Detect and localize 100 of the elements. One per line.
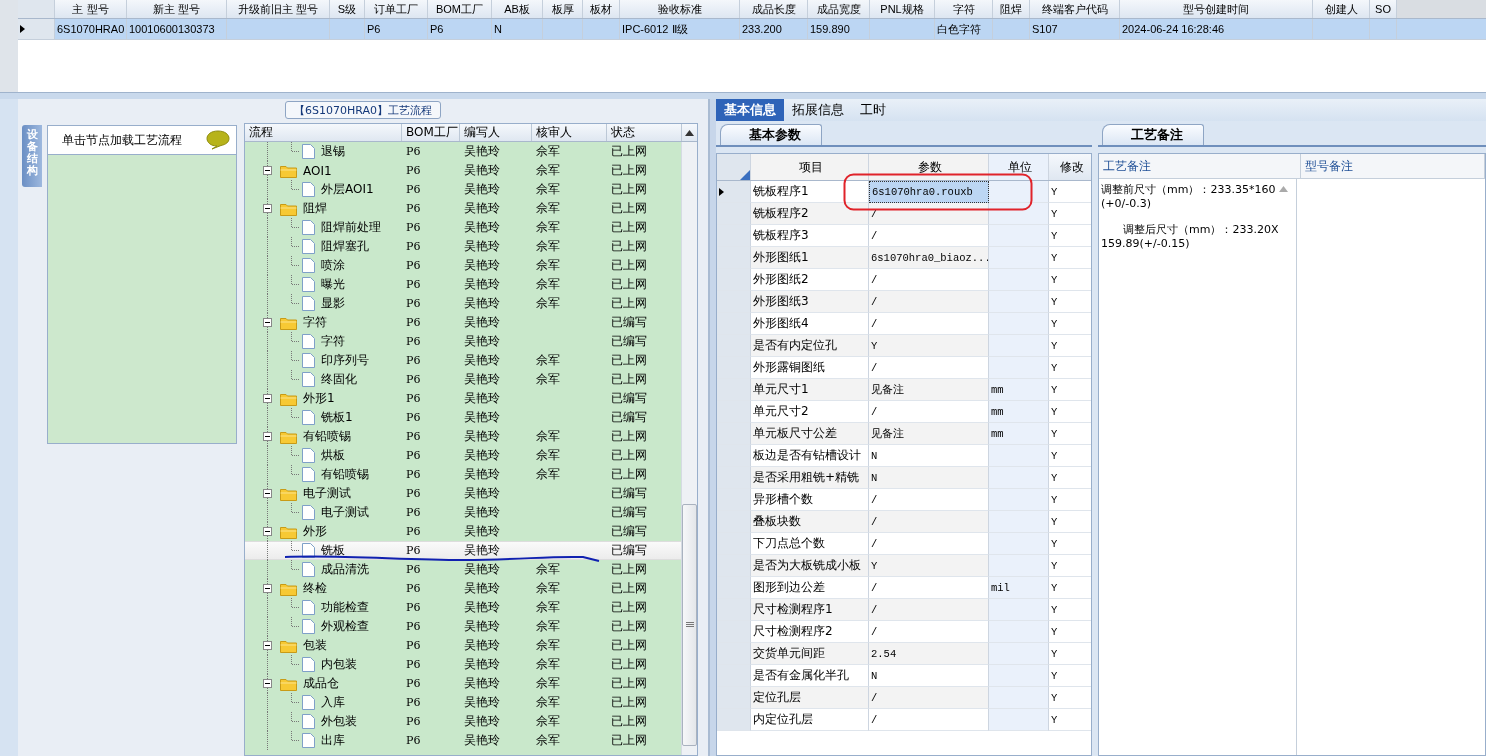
tree-row[interactable]: 外层AOI1 P6 吴艳玲 佘军 已上网 — [245, 180, 681, 199]
column-header[interactable]: PNL规格 — [870, 0, 935, 18]
collapse-icon[interactable] — [263, 489, 272, 498]
table-cell: Y — [1051, 405, 1058, 418]
table-row[interactable]: 是否采用粗铣+精铣 N Y — [717, 467, 1091, 489]
column-header[interactable]: BOM工厂 — [428, 0, 492, 18]
tree-row[interactable]: 内包装 P6 吴艳玲 佘军 已上网 — [245, 655, 681, 674]
table-row[interactable]: 铣板程序2 / Y — [717, 203, 1091, 225]
table-cell: 吴艳玲 — [464, 694, 500, 711]
column-header[interactable]: 订单工厂 — [365, 0, 428, 18]
tree-line — [291, 655, 300, 665]
tab[interactable]: 基本参数 — [720, 124, 822, 145]
tree-row[interactable]: 出库 P6 吴艳玲 佘军 已上网 — [245, 731, 681, 750]
tree-row[interactable]: 阻焊塞孔 P6 吴艳玲 佘军 已上网 — [245, 237, 681, 256]
table-cell: Y — [1051, 713, 1058, 726]
tree-row[interactable]: 外包装 P6 吴艳玲 佘军 已上网 — [245, 712, 681, 731]
tree-row[interactable]: 印序列号 P6 吴艳玲 佘军 已上网 — [245, 351, 681, 370]
table-row[interactable]: 外形图纸3 / Y — [717, 291, 1091, 313]
tree-row[interactable]: 显影 P6 吴艳玲 佘军 已上网 — [245, 294, 681, 313]
collapse-icon[interactable] — [263, 318, 272, 327]
table-row[interactable]: 定位孔层 / Y — [717, 687, 1091, 709]
table-cell: Y — [1051, 207, 1058, 220]
status-text: 已编写 — [611, 523, 647, 540]
table-row[interactable]: 铣板程序1 6s1070hra0.rouxb Y — [717, 181, 1091, 203]
tree-row[interactable]: 成品清洗 P6 吴艳玲 佘军 已上网 — [245, 560, 681, 579]
collapse-icon[interactable] — [263, 641, 272, 650]
tree-row[interactable]: 铣板1 P6 吴艳玲 已编写 — [245, 408, 681, 427]
column-header[interactable]: 成品长度 — [740, 0, 808, 18]
column-header[interactable]: 成品宽度 — [808, 0, 870, 18]
tree-row[interactable]: 有铅喷锡 P6 吴艳玲 佘军 已上网 — [245, 465, 681, 484]
row-header[interactable] — [18, 19, 55, 39]
tab[interactable]: 拓展信息 — [784, 99, 852, 121]
collapse-icon[interactable] — [263, 166, 272, 175]
table-cell: 单元尺寸2 — [753, 403, 809, 420]
tree-row[interactable]: 喷涂 P6 吴艳玲 佘军 已上网 — [245, 256, 681, 275]
document-icon — [302, 182, 315, 197]
column-header[interactable]: 型号创建时间 — [1120, 0, 1313, 18]
tree-row[interactable]: 字符 P6 吴艳玲 已编写 — [245, 332, 681, 351]
column-header[interactable]: 新主 型号 — [127, 0, 227, 18]
column-header[interactable]: 字符 — [935, 0, 993, 18]
collapse-icon[interactable] — [263, 527, 272, 536]
tree-row[interactable]: 退锡 P6 吴艳玲 佘军 已上网 — [245, 142, 681, 161]
column-header[interactable]: 升级前旧主 型号 — [227, 0, 330, 18]
document-icon — [302, 467, 315, 482]
column-header[interactable]: S级 — [330, 0, 365, 18]
tab[interactable]: 基本信息 — [716, 99, 784, 121]
table-row[interactable]: 单元板尺寸公差 见备注 mm Y — [717, 423, 1091, 445]
column-header[interactable]: 板厚 — [543, 0, 583, 18]
tree-row[interactable]: 阻焊前处理 P6 吴艳玲 佘军 已上网 — [245, 218, 681, 237]
scrollbar-thumb[interactable] — [682, 504, 697, 746]
table-row[interactable]: 外形图纸1 6s1070hra0_biaoz... Y — [717, 247, 1091, 269]
table-row[interactable]: 叠板块数 / Y — [717, 511, 1091, 533]
table-row[interactable]: 6S1070HRA0 10010600130373 P6 P6 N IPC-6012 Ⅱ级 233.200 159.890 白色字符 S107 2024-06-24 16:28:46 — [18, 19, 1486, 40]
tree-row[interactable]: 有铅喷锡 P6 吴艳玲 佘军 已上网 — [245, 427, 681, 446]
tree-row[interactable]: AOI1 P6 吴艳玲 佘军 已上网 — [245, 161, 681, 180]
tree-row[interactable]: 终检 P6 吴艳玲 佘军 已上网 — [245, 579, 681, 598]
tree-row[interactable]: 铣板 P6 吴艳玲 已编写 — [245, 541, 681, 560]
tree-row[interactable]: 外观检查 P6 吴艳玲 佘军 已上网 — [245, 617, 681, 636]
tree-row[interactable]: 阻焊 P6 吴艳玲 佘军 已上网 — [245, 199, 681, 218]
table-row[interactable]: 尺寸检测程序1 / Y — [717, 599, 1091, 621]
tree-row[interactable]: 字符 P6 吴艳玲 已编写 — [245, 313, 681, 332]
tree-row[interactable]: 功能检查 P6 吴艳玲 佘军 已上网 — [245, 598, 681, 617]
column-header[interactable]: 验收标准 — [620, 0, 740, 18]
column-header[interactable]: 板材 — [583, 0, 620, 18]
tab[interactable]: 工时 — [852, 99, 894, 121]
collapse-icon[interactable] — [263, 432, 272, 441]
tree-line — [291, 142, 300, 152]
column-header[interactable]: 终端客户代码 — [1030, 0, 1120, 18]
collapse-icon[interactable] — [263, 204, 272, 213]
tree-row[interactable]: 外形1 P6 吴艳玲 已编写 — [245, 389, 681, 408]
scroll-up-icon[interactable] — [685, 129, 694, 136]
collapse-icon[interactable] — [263, 679, 272, 688]
tab[interactable]: 工艺备注 — [1102, 124, 1204, 145]
tree-row[interactable]: 电子测试 P6 吴艳玲 已编写 — [245, 484, 681, 503]
splitter[interactable] — [0, 92, 1486, 99]
column-header[interactable]: 阻焊 — [993, 0, 1030, 18]
table-cell: / — [871, 207, 878, 220]
table-cell: 尺寸检测程序1 — [753, 601, 833, 618]
table-cell: 内定位孔层 — [753, 711, 813, 728]
row-header[interactable] — [717, 181, 751, 203]
tree-row[interactable]: 电子测试 P6 吴艳玲 已编写 — [245, 503, 681, 522]
tree-row[interactable]: 包装 P6 吴艳玲 佘军 已上网 — [245, 636, 681, 655]
tree-row[interactable]: 曝光 P6 吴艳玲 佘军 已上网 — [245, 275, 681, 294]
column-header[interactable]: 创建人 — [1313, 0, 1370, 18]
table-row[interactable]: 内定位孔层 / Y — [717, 709, 1091, 731]
tree-row[interactable]: 入库 P6 吴艳玲 佘军 已上网 — [245, 693, 681, 712]
tree-row[interactable]: 烘板 P6 吴艳玲 佘军 已上网 — [245, 446, 681, 465]
table-row[interactable]: 是否有内定位孔 Y Y — [717, 335, 1091, 357]
table-row[interactable]: 交货单元间距 2.54 Y — [717, 643, 1091, 665]
column-header[interactable]: AB板 — [492, 0, 543, 18]
table-row[interactable]: 单元尺寸1 见备注 mm Y — [717, 379, 1091, 401]
table-row[interactable]: 是否为大板铣成小板 Y Y — [717, 555, 1091, 577]
tree-row[interactable]: 成品仓 P6 吴艳玲 佘军 已上网 — [245, 674, 681, 693]
collapse-icon[interactable] — [263, 584, 272, 593]
tree-row[interactable]: 终固化 P6 吴艳玲 佘军 已上网 — [245, 370, 681, 389]
column-header[interactable]: 主 型号 — [55, 0, 127, 18]
tree-line — [291, 256, 300, 266]
collapse-icon[interactable] — [263, 394, 272, 403]
table-cell: 吴艳玲 — [464, 485, 500, 502]
document-icon — [302, 277, 315, 292]
